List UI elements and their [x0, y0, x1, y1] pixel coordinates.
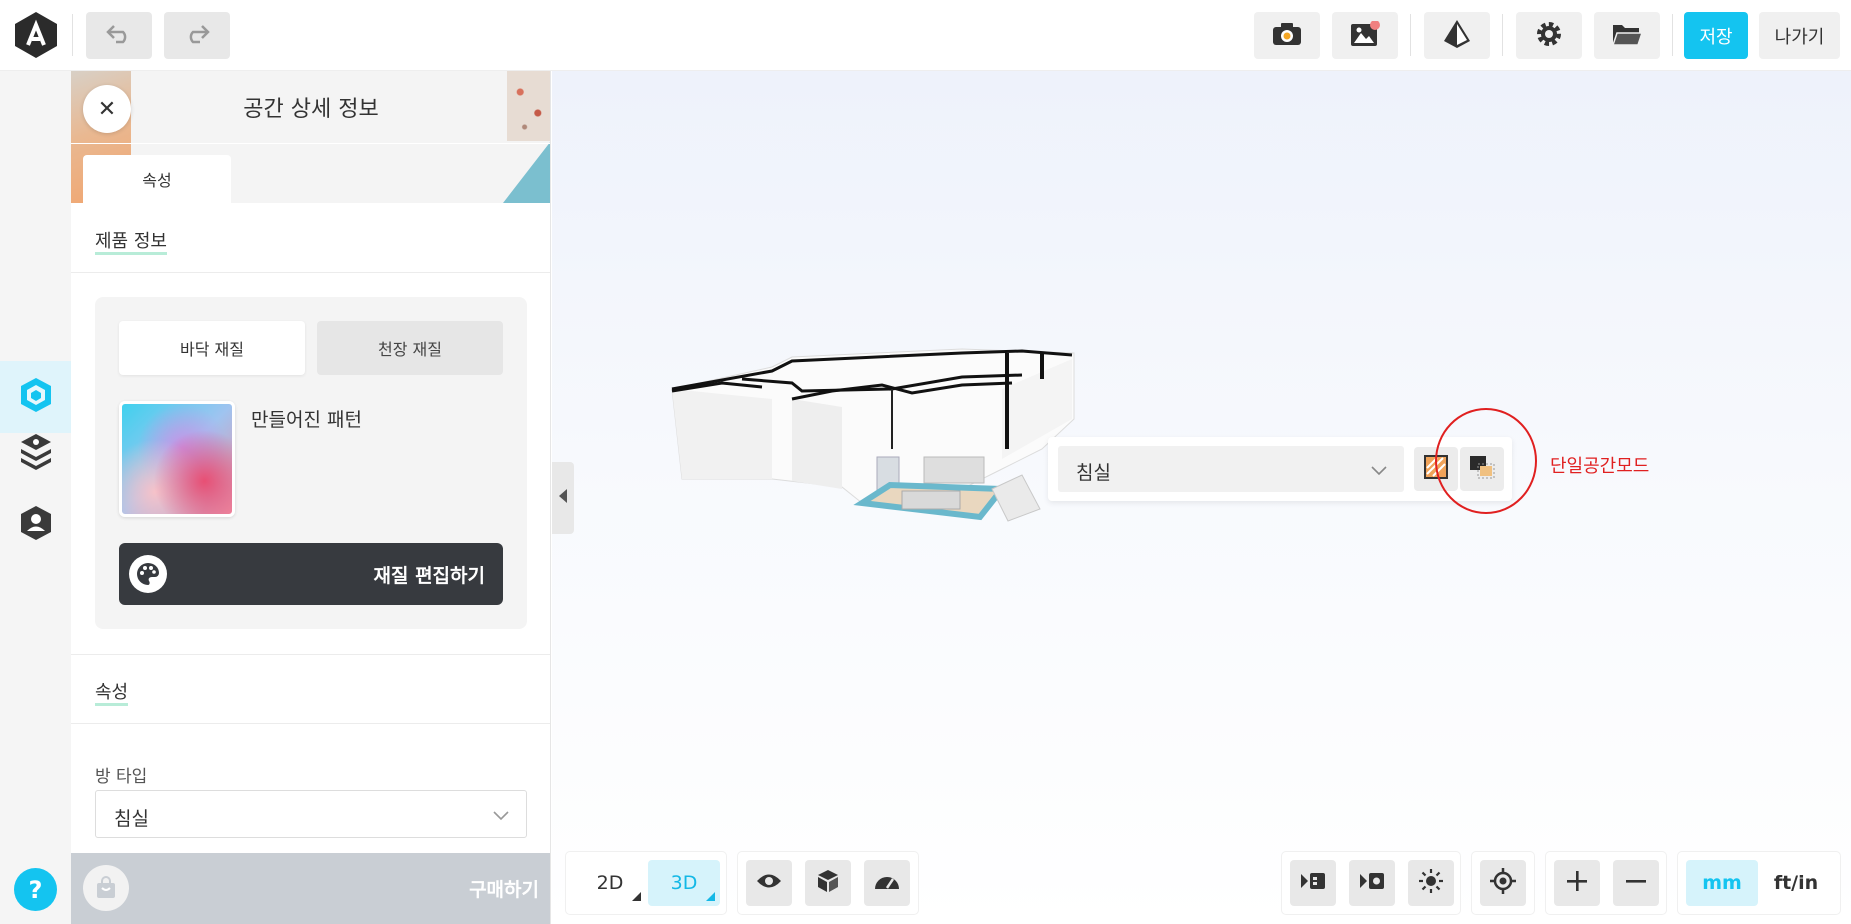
room-type-value: 침실	[114, 808, 149, 830]
eye-icon	[756, 872, 782, 894]
units-group: mm ft/in	[1678, 852, 1840, 914]
3d-viewport[interactable]: 침실 단일공간모드	[552, 71, 1851, 924]
open-folder-button[interactable]	[1594, 12, 1660, 59]
room-type-select[interactable]: 침실	[95, 790, 527, 838]
tab-attributes[interactable]: 속성	[83, 155, 231, 203]
performance-button[interactable]	[864, 860, 910, 906]
prism-icon	[1442, 19, 1472, 53]
edit-material-label: 재질 편집하기	[373, 565, 486, 587]
view-tools-group	[738, 852, 918, 914]
material-swatch[interactable]	[119, 401, 235, 517]
sun-icon	[1418, 868, 1444, 898]
buy-label: 구매하기	[469, 879, 539, 901]
layers-icon	[18, 432, 54, 474]
collapse-panel-button[interactable]	[552, 462, 574, 534]
camera-walk-button[interactable]	[1290, 860, 1336, 906]
tab-ceiling-material[interactable]: 천장 재질	[317, 321, 503, 375]
minus-icon	[1625, 870, 1647, 896]
object-view-button[interactable]	[805, 860, 851, 906]
undo-button[interactable]	[86, 12, 152, 59]
material-name: 만들어진 패턴	[251, 409, 362, 431]
shopping-bag-icon	[83, 865, 129, 911]
cube-active-icon	[18, 376, 54, 418]
zoom-out-button[interactable]	[1613, 860, 1659, 906]
header-decoration-triangle	[503, 141, 550, 203]
zoom-in-button[interactable]	[1554, 860, 1600, 906]
user-hex-icon	[18, 504, 54, 546]
annotation-label: 단일공간모드	[1550, 456, 1650, 477]
room-select[interactable]: 침실	[1058, 446, 1404, 492]
panel-title: 공간 상세 정보	[243, 97, 379, 122]
camera-button[interactable]	[1254, 12, 1320, 59]
undo-icon	[106, 24, 132, 48]
locate-group	[1472, 852, 1534, 914]
attributes-heading: 속성	[95, 678, 129, 706]
film-back-icon	[1300, 871, 1326, 895]
mode-3d-button[interactable]: 3D	[648, 860, 720, 906]
annotation-circle	[1435, 408, 1537, 514]
redo-button[interactable]	[164, 12, 230, 59]
question-icon: ?	[28, 875, 43, 904]
redo-icon	[184, 24, 210, 48]
palette-icon	[129, 555, 167, 593]
lighting-button[interactable]	[1408, 860, 1454, 906]
tab-floor-material[interactable]: 바닥 재질	[119, 321, 305, 375]
crosshair-icon	[1490, 868, 1516, 898]
room-select-value: 침실	[1076, 462, 1111, 484]
speedometer-icon	[874, 871, 900, 895]
render-button[interactable]	[1424, 12, 1490, 59]
help-button[interactable]: ?	[14, 868, 57, 911]
mode-2d-button[interactable]: 2D	[574, 860, 646, 906]
gear-icon	[1534, 19, 1564, 53]
camera-settings-button[interactable]	[1349, 860, 1395, 906]
edit-material-button[interactable]: 재질 편집하기	[119, 543, 503, 605]
left-sidebar	[0, 71, 71, 924]
chevron-down-icon	[1370, 462, 1388, 481]
unit-ftin-button[interactable]: ft/in	[1760, 860, 1832, 906]
camera-tools-group	[1282, 852, 1460, 914]
view-mode-group: 2D 3D	[566, 852, 726, 914]
app-logo[interactable]	[13, 11, 59, 59]
camera-icon	[1272, 22, 1302, 50]
settings-button[interactable]	[1516, 12, 1582, 59]
panel-header: 공간 상세 정보 ✕ 속성	[71, 71, 550, 203]
sidebar-item-profile[interactable]	[0, 489, 71, 561]
gallery-button[interactable]	[1332, 12, 1398, 59]
top-toolbar: 저장 나가기	[0, 0, 1851, 71]
visibility-button[interactable]	[746, 860, 792, 906]
space-detail-panel: 공간 상세 정보 ✕ 속성 제품 정보 바닥 재질 천장 재질 만들어진 패턴 …	[71, 71, 551, 924]
unit-mm-button[interactable]: mm	[1686, 860, 1758, 906]
exit-button[interactable]: 나가기	[1759, 12, 1840, 59]
image-icon	[1350, 19, 1380, 51]
close-panel-button[interactable]: ✕	[83, 85, 131, 133]
zoom-group	[1546, 852, 1666, 914]
caret-left-icon	[558, 488, 568, 508]
video-gear-icon	[1359, 871, 1385, 895]
chevron-down-icon	[492, 807, 510, 826]
cube-icon	[817, 869, 839, 897]
product-info-heading: 제품 정보	[95, 227, 167, 255]
save-button[interactable]: 저장	[1684, 12, 1748, 59]
plus-icon	[1566, 870, 1588, 896]
locate-button[interactable]	[1480, 860, 1526, 906]
material-card: 바닥 재질 천장 재질 만들어진 패턴 재질 편집하기	[95, 297, 527, 629]
room-type-label: 방 타입	[95, 767, 148, 787]
sidebar-item-layers[interactable]	[0, 417, 71, 489]
buy-bar[interactable]: 구매하기	[71, 853, 550, 924]
folder-open-icon	[1611, 21, 1644, 51]
close-icon: ✕	[97, 96, 117, 122]
